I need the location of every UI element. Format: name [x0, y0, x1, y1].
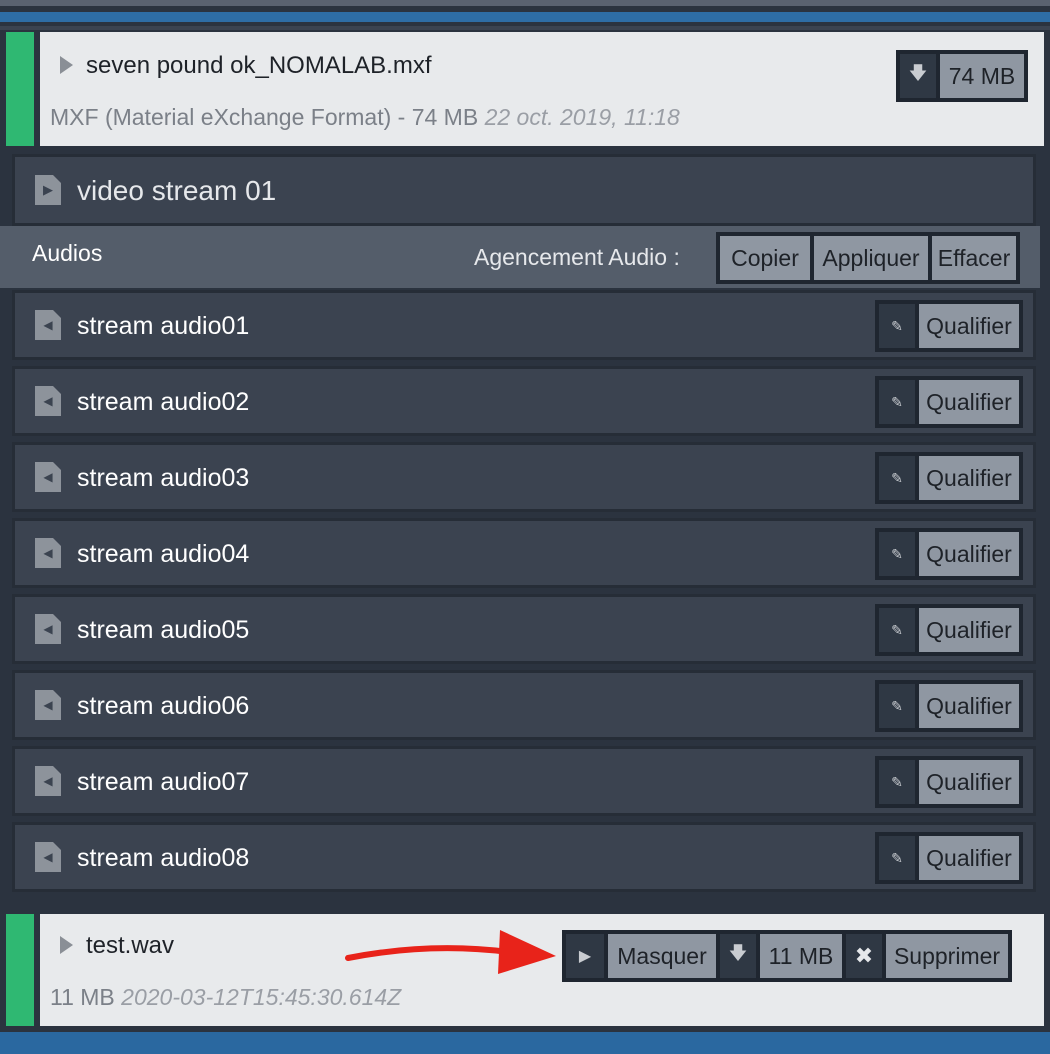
- download-icon[interactable]: 🡇: [900, 54, 936, 98]
- audio-stream-row[interactable]: ◀ stream audio02 ✎ Qualifier: [12, 366, 1036, 436]
- edit-icon[interactable]: ✎: [879, 760, 915, 804]
- audio-file-icon: ◀: [35, 614, 61, 644]
- file-info: 11 MB 2020-03-12T15:45:30.614Z: [50, 984, 401, 1011]
- edit-icon[interactable]: ✎: [879, 684, 915, 728]
- edit-icon[interactable]: ✎: [879, 304, 915, 348]
- audio-stream-row[interactable]: ◀ stream audio05 ✎ Qualifier: [12, 594, 1036, 664]
- qualify-button-group: ✎ Qualifier: [875, 604, 1023, 656]
- qualify-button[interactable]: Qualifier: [919, 532, 1019, 576]
- qualify-button[interactable]: Qualifier: [919, 836, 1019, 880]
- audio-stream-label: stream audio01: [77, 312, 250, 340]
- edit-icon[interactable]: ✎: [879, 608, 915, 652]
- apply-button[interactable]: Appliquer: [814, 236, 928, 280]
- separator: [0, 26, 1050, 30]
- bottom-accent-bar: [0, 1032, 1050, 1054]
- file-card-mxf[interactable]: seven pound ok_NOMALAB.mxf MXF (Material…: [6, 32, 1044, 146]
- download-size-button[interactable]: 74 MB: [940, 54, 1024, 98]
- download-icon[interactable]: 🡇: [720, 934, 756, 978]
- audio-file-icon: ◀: [35, 690, 61, 720]
- qualify-button-group: ✎ Qualifier: [875, 300, 1023, 352]
- download-size-button[interactable]: 11 MB: [760, 934, 842, 978]
- audio-stream-row[interactable]: ◀ stream audio07 ✎ Qualifier: [12, 746, 1036, 816]
- audio-stream-row[interactable]: ◀ stream audio04 ✎ Qualifier: [12, 518, 1036, 588]
- edit-icon[interactable]: ✎: [879, 532, 915, 576]
- qualify-button-group: ✎ Qualifier: [875, 832, 1023, 884]
- file-format-size: MXF (Material eXchange Format) - 74 MB: [50, 104, 479, 130]
- audio-file-icon: ◀: [35, 766, 61, 796]
- audio-stream-label: stream audio03: [77, 464, 250, 492]
- audios-header: Audios Agencement Audio : Copier Appliqu…: [0, 226, 1040, 288]
- qualify-button-group: ✎ Qualifier: [875, 452, 1023, 504]
- expand-triangle-icon[interactable]: [60, 56, 73, 74]
- video-stream-label: video stream 01: [77, 175, 277, 206]
- audio-file-icon: ◀: [35, 386, 61, 416]
- qualify-button[interactable]: Qualifier: [919, 608, 1019, 652]
- audio-stream-label: stream audio08: [77, 844, 250, 872]
- play-icon[interactable]: ▶: [566, 934, 604, 978]
- file-actions-group: ▶ Masquer 🡇 11 MB ✖ Supprimer: [562, 930, 1012, 982]
- file-info: MXF (Material eXchange Format) - 74 MB 2…: [50, 104, 680, 131]
- status-indicator: [6, 32, 34, 146]
- audio-stream-label: stream audio04: [77, 540, 250, 568]
- audio-stream-label: stream audio07: [77, 768, 250, 796]
- agencement-button-group: Copier Appliquer Effacer: [716, 232, 1020, 284]
- audio-stream-row[interactable]: ◀ stream audio03 ✎ Qualifier: [12, 442, 1036, 512]
- hide-button[interactable]: Masquer: [608, 934, 716, 978]
- edit-icon[interactable]: ✎: [879, 836, 915, 880]
- file-date: 2020-03-12T15:45:30.614Z: [121, 984, 402, 1010]
- audio-stream-label: stream audio02: [77, 388, 250, 416]
- clear-button[interactable]: Effacer: [932, 236, 1016, 280]
- audio-file-icon: ◀: [35, 462, 61, 492]
- top-divider: [0, 0, 1050, 6]
- audio-file-icon: ◀: [35, 310, 61, 340]
- qualify-button[interactable]: Qualifier: [919, 760, 1019, 804]
- qualify-button[interactable]: Qualifier: [919, 456, 1019, 500]
- top-accent-bar: [0, 12, 1050, 22]
- audio-file-icon: ◀: [35, 842, 61, 872]
- file-size: 11 MB: [50, 984, 115, 1010]
- qualify-button[interactable]: Qualifier: [919, 304, 1019, 348]
- qualify-button-group: ✎ Qualifier: [875, 376, 1023, 428]
- file-name: test.wav: [86, 932, 175, 959]
- copy-button[interactable]: Copier: [720, 236, 810, 280]
- edit-icon[interactable]: ✎: [879, 456, 915, 500]
- download-button-group[interactable]: 🡇 74 MB: [896, 50, 1028, 102]
- delete-button[interactable]: Supprimer: [886, 934, 1008, 978]
- audio-stream-label: stream audio05: [77, 616, 250, 644]
- qualify-button[interactable]: Qualifier: [919, 684, 1019, 728]
- status-indicator: [6, 914, 34, 1026]
- audio-file-icon: ◀: [35, 538, 61, 568]
- qualify-button-group: ✎ Qualifier: [875, 680, 1023, 732]
- qualify-button-group: ✎ Qualifier: [875, 528, 1023, 580]
- audio-stream-row[interactable]: ◀ stream audio06 ✎ Qualifier: [12, 670, 1036, 740]
- video-file-icon: ▶: [35, 175, 61, 205]
- file-name: seven pound ok_NOMALAB.mxf: [86, 52, 432, 79]
- expand-triangle-icon[interactable]: [60, 936, 73, 954]
- audio-stream-row[interactable]: ◀ stream audio01 ✎ Qualifier: [12, 290, 1036, 360]
- qualify-button[interactable]: Qualifier: [919, 380, 1019, 424]
- close-icon[interactable]: ✖: [846, 934, 882, 978]
- agencement-audio-label: Agencement Audio :: [474, 244, 680, 270]
- audio-stream-label: stream audio06: [77, 692, 250, 720]
- file-date: 22 oct. 2019, 11:18: [484, 104, 680, 130]
- edit-icon[interactable]: ✎: [879, 380, 915, 424]
- audio-stream-row[interactable]: ◀ stream audio08 ✎ Qualifier: [12, 822, 1036, 892]
- annotation-arrow: [345, 930, 556, 974]
- video-stream-row[interactable]: ▶ video stream 01: [12, 154, 1036, 226]
- qualify-button-group: ✎ Qualifier: [875, 756, 1023, 808]
- audios-title: Audios: [32, 240, 103, 266]
